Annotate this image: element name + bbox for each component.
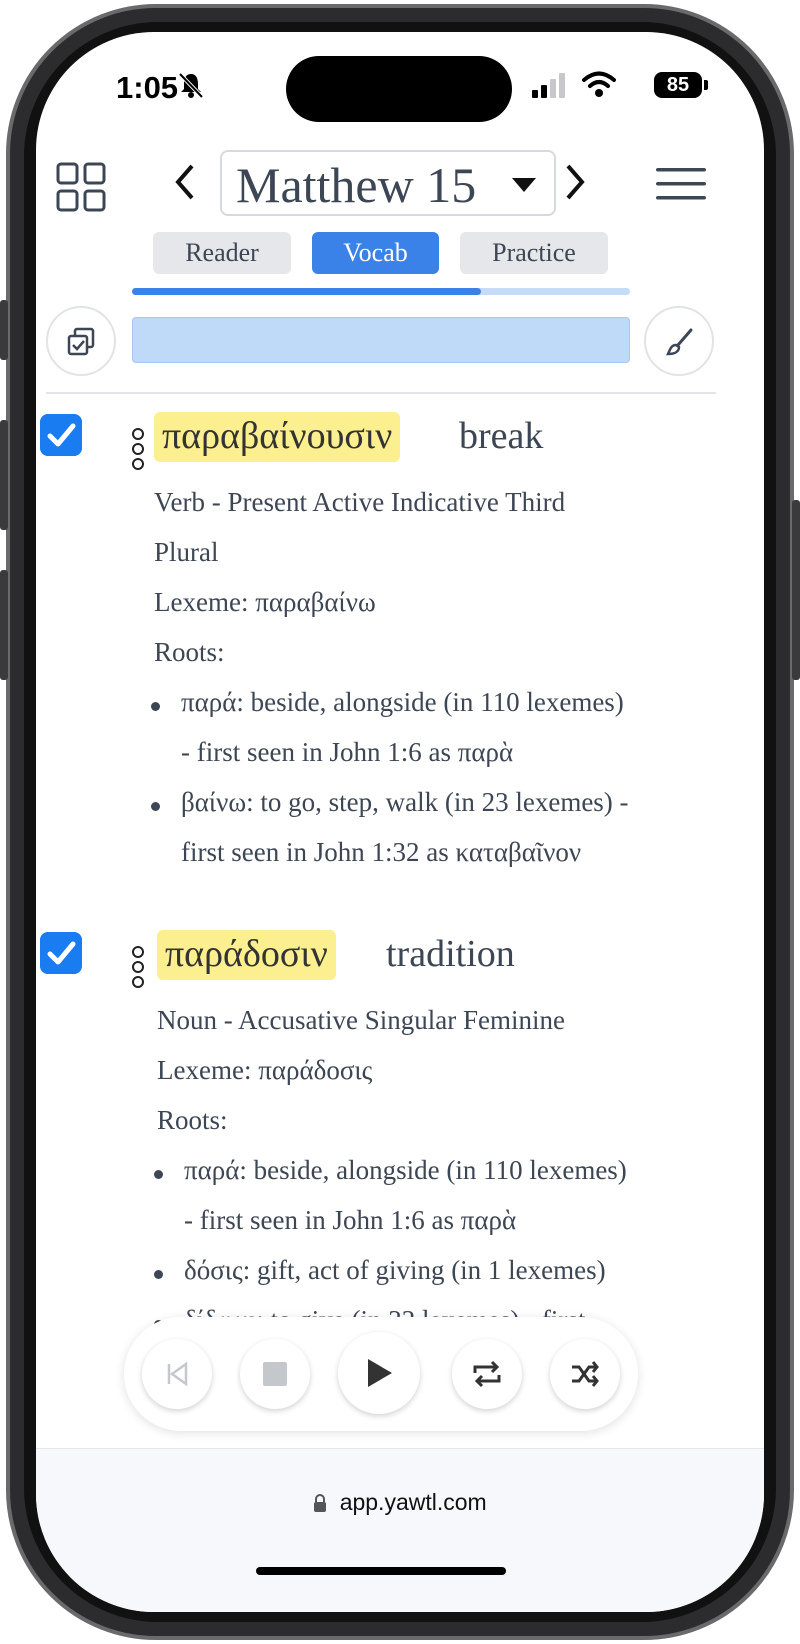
- tab-vocab-label: Vocab: [343, 238, 408, 267]
- list-bullet: [151, 702, 160, 711]
- root-item: παρά: beside, alongside (in 110 lexemes): [184, 1155, 627, 1185]
- repeat-icon: [473, 1360, 501, 1388]
- parsing-text-cont: Plural: [154, 537, 219, 567]
- list-bullet: [151, 802, 160, 811]
- bell-slash-icon: [178, 72, 204, 99]
- play-icon: [368, 1359, 392, 1387]
- root-item-cont: first seen in John 1:32 as καταβαῖνον: [181, 837, 582, 867]
- entry-checkbox[interactable]: [40, 414, 82, 456]
- audio-player: [124, 1317, 638, 1431]
- progress-bar: [132, 288, 630, 295]
- grid-icon[interactable]: [56, 162, 106, 212]
- lexeme-text: Lexeme: παραβαίνω: [154, 587, 376, 617]
- silent-switch: [0, 300, 8, 360]
- select-all-button[interactable]: [46, 306, 116, 376]
- skip-back-button[interactable]: [142, 1339, 212, 1409]
- root-item: παρά: beside, alongside (in 110 lexemes): [181, 687, 624, 717]
- root-item-cont: - first seen in John 1:6 as παρὰ: [184, 1205, 517, 1235]
- stop-button[interactable]: [240, 1339, 310, 1409]
- dynamic-island: [286, 56, 512, 122]
- hamburger-menu-icon[interactable]: [656, 168, 706, 200]
- tab-practice-label: Practice: [492, 238, 576, 267]
- root-item-cont: - first seen in John 1:6 as παρὰ: [181, 737, 514, 767]
- caret-down-icon: [512, 178, 536, 192]
- home-indicator: [256, 1567, 506, 1575]
- status-time: 1:05: [116, 70, 179, 105]
- shuffle-icon: [572, 1361, 599, 1387]
- power-button: [792, 500, 800, 680]
- roots-label: Roots:: [154, 637, 225, 667]
- greek-word[interactable]: παράδοσιν: [157, 930, 336, 980]
- brush-icon: [665, 328, 693, 356]
- highlight-button[interactable]: [644, 306, 714, 376]
- word-gloss: tradition: [386, 933, 515, 975]
- volume-down-button: [0, 570, 8, 680]
- chevron-right-icon[interactable]: [560, 162, 590, 202]
- select-all-icon: [67, 327, 95, 356]
- battery-cap: [704, 80, 708, 90]
- parsing-text: Verb - Present Active Indicative Third: [154, 487, 566, 517]
- battery-indicator: 85: [654, 72, 702, 98]
- progress-fill: [132, 288, 481, 295]
- search-input[interactable]: [132, 317, 630, 363]
- url-display[interactable]: app.yawtl.com: [36, 1489, 764, 1516]
- tab-practice[interactable]: Practice: [460, 232, 608, 274]
- volume-up-button: [0, 420, 8, 530]
- browser-url-bar: app.yawtl.com: [36, 1448, 764, 1612]
- chapter-select[interactable]: Matthew 15: [220, 150, 556, 216]
- word-gloss: break: [459, 415, 544, 457]
- list-bullet: [154, 1170, 163, 1179]
- screen: 1:05 85 Matthew 15 Reader Vocab Practice…: [36, 32, 764, 1612]
- greek-word[interactable]: παραβαίνουσιν: [154, 412, 401, 462]
- lock-icon: [314, 1494, 327, 1512]
- skip-back-icon: [167, 1361, 188, 1387]
- chevron-left-icon[interactable]: [170, 162, 200, 202]
- tab-reader[interactable]: Reader: [153, 232, 291, 274]
- chapter-title: Matthew 15: [236, 157, 477, 213]
- tab-reader-label: Reader: [185, 238, 259, 267]
- shuffle-button[interactable]: [550, 1339, 620, 1409]
- tab-vocab[interactable]: Vocab: [312, 232, 439, 274]
- parsing-text: Noun - Accusative Singular Feminine: [157, 1005, 565, 1035]
- more-options-icon[interactable]: [132, 946, 146, 991]
- url-domain: app.yawtl.com: [339, 1489, 487, 1515]
- play-button[interactable]: [338, 1332, 420, 1414]
- stop-icon: [263, 1362, 287, 1386]
- entry-checkbox[interactable]: [40, 932, 82, 974]
- root-item: βαίνω: to go, step, walk (in 23 lexemes)…: [181, 787, 629, 817]
- list-bullet: [154, 1270, 163, 1279]
- more-options-icon[interactable]: [132, 428, 146, 473]
- lexeme-text: Lexeme: παράδοσις: [157, 1055, 373, 1085]
- repeat-button[interactable]: [452, 1339, 522, 1409]
- divider: [46, 392, 716, 394]
- roots-label: Roots:: [157, 1105, 228, 1135]
- wifi-icon: [582, 71, 616, 97]
- root-item: δόσις: gift, act of giving (in 1 lexemes…: [184, 1255, 606, 1285]
- signal-icon: [532, 73, 565, 98]
- status-bar: 1:05 85: [36, 32, 764, 152]
